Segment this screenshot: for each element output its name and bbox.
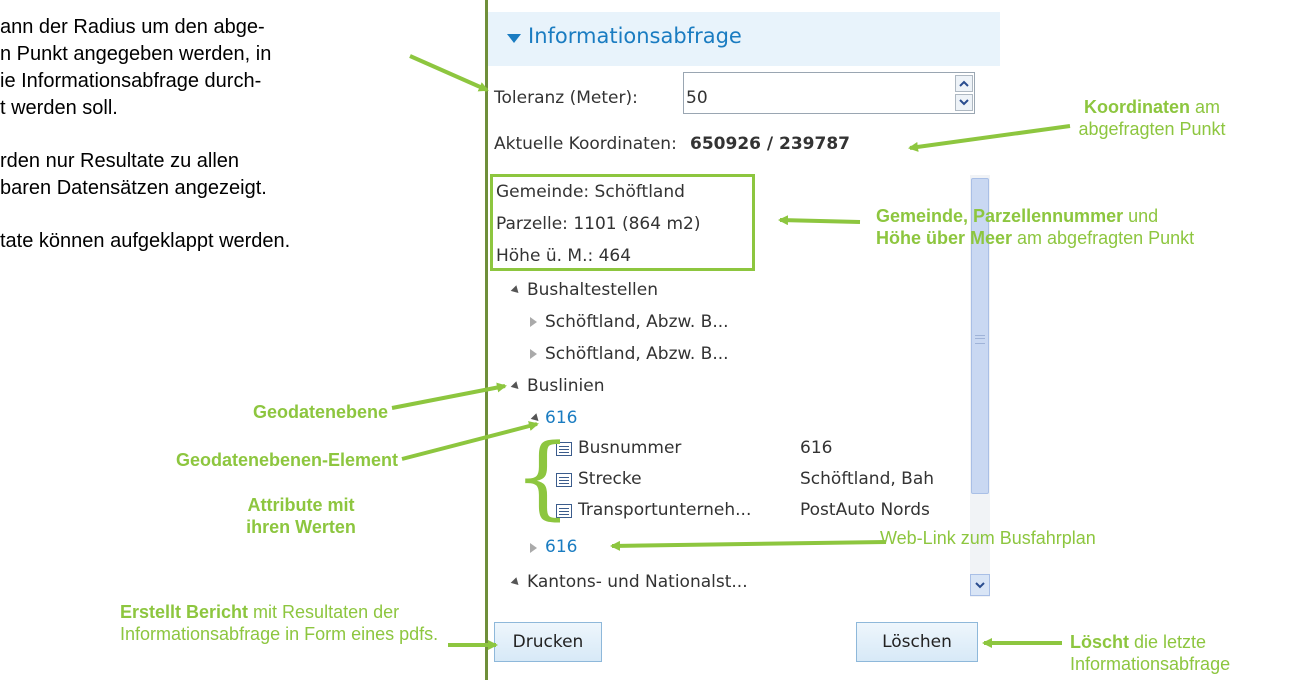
arrow-geodatenebenen-element (401, 421, 539, 461)
arrow-gemeinde (778, 215, 861, 226)
annotation-arrows (391, 54, 1071, 650)
arrow-coordinates (908, 124, 1071, 152)
arrow-geodatenebene (391, 382, 507, 410)
arrow-tolerance (409, 54, 489, 92)
arrow-weblink (610, 540, 887, 551)
